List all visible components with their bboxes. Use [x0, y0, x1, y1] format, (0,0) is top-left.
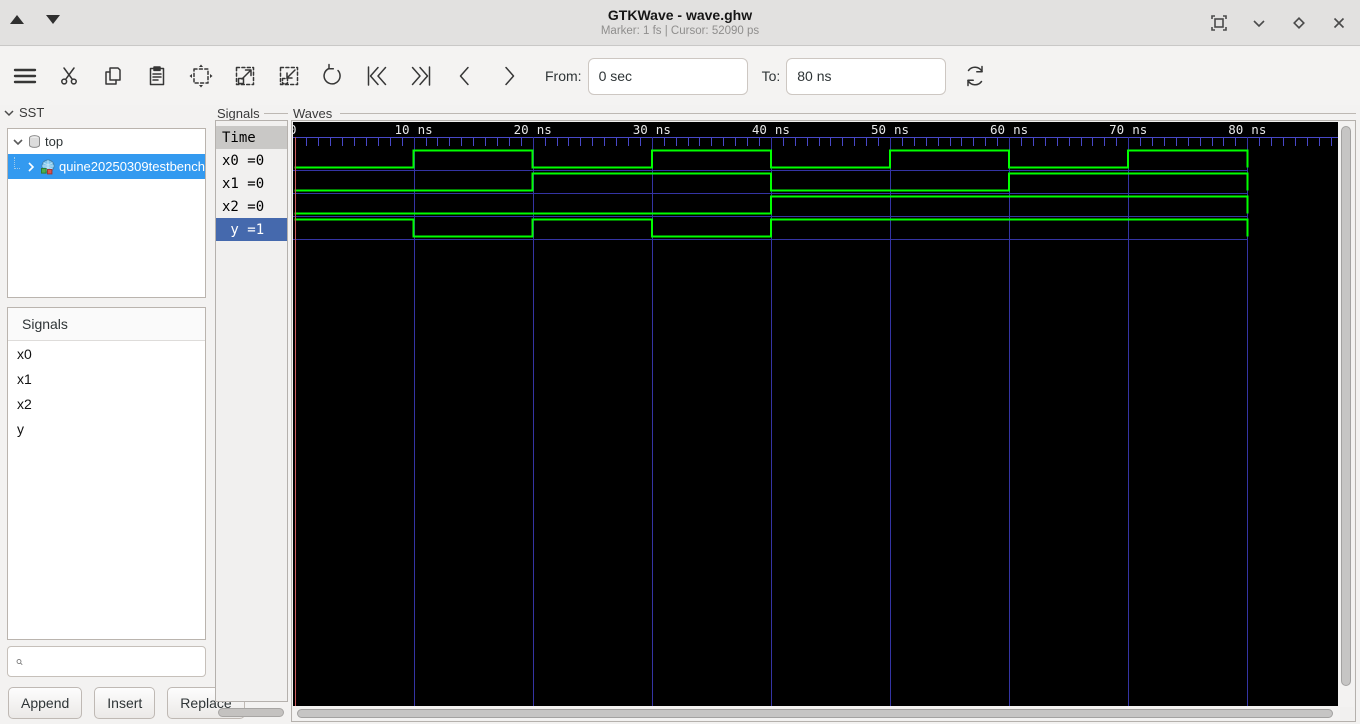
go-to-start-icon[interactable]	[360, 59, 394, 93]
sst-header[interactable]: SST	[3, 105, 44, 120]
chevron-right-icon[interactable]	[25, 161, 37, 173]
copy-icon[interactable]	[96, 59, 130, 93]
paste-icon[interactable]	[140, 59, 174, 93]
tree-row-top[interactable]: top	[8, 129, 205, 154]
waves-frame-line	[340, 113, 1356, 114]
svg-text:ns: ns	[1132, 122, 1147, 137]
zoom-out-icon[interactable]	[272, 59, 306, 93]
waves-panel: 10 ns 20 ns 30 ns 40 ns 50 ns 60 ns 70 ns 80 ns 0	[291, 120, 1356, 722]
shade-chevron-icon[interactable]	[1246, 10, 1272, 36]
tree-item-label: quine20250309testbench	[58, 159, 205, 174]
zoom-in-icon[interactable]	[228, 59, 262, 93]
signals-list-header: Signals	[8, 308, 205, 341]
signals-column-hscrollbar[interactable]	[218, 708, 284, 717]
float-toggle-icon[interactable]	[1206, 10, 1232, 36]
time-header: Time	[216, 126, 287, 149]
signals-list-item-x1[interactable]: x1	[8, 366, 205, 391]
marker-cursor-status: Marker: 1 fs | Cursor: 52090 ps	[600, 25, 760, 37]
from-label: From:	[545, 68, 582, 84]
signals-list-item-x2[interactable]: x2	[8, 391, 205, 416]
zoom-fit-icon[interactable]	[184, 59, 218, 93]
sst-label: SST	[19, 105, 45, 120]
signals-list-item-y[interactable]: y	[8, 416, 205, 441]
signals-list-panel: Signals x0 x1 x2 y	[7, 307, 206, 640]
signals-frame-line	[264, 113, 288, 114]
undo-icon[interactable]	[316, 59, 350, 93]
append-button[interactable]: Append	[8, 687, 83, 719]
svg-text:ns: ns	[656, 122, 671, 137]
tree-row-testbench[interactable]: quine20250309testbench	[8, 154, 205, 179]
to-input[interactable]	[786, 57, 947, 95]
step-forward-icon[interactable]	[492, 59, 526, 93]
signals-list-item-x0[interactable]: x0	[8, 341, 205, 366]
waveform-area[interactable]: 10 ns 20 ns 30 ns 40 ns 50 ns 60 ns 70 ns 80 ns 0	[293, 122, 1340, 707]
main-toolbar: From: To:	[0, 47, 1360, 105]
tree-item-label: top	[45, 134, 64, 149]
close-icon[interactable]	[1326, 10, 1352, 36]
svg-text:80: 80	[1228, 122, 1243, 137]
svg-text:ns: ns	[775, 122, 790, 137]
to-label: To:	[761, 68, 781, 84]
reload-icon[interactable]	[958, 59, 992, 93]
cut-icon[interactable]	[52, 59, 86, 93]
waves-vscrollbar-thumb[interactable]	[1341, 126, 1351, 686]
insert-button[interactable]: Insert	[94, 687, 156, 719]
tree-branch-line	[14, 156, 20, 169]
waves-vscrollbar-track[interactable]	[1338, 122, 1354, 707]
signal-row-x2[interactable]: x2 =0	[216, 195, 287, 218]
sst-expander-icon[interactable]	[3, 107, 15, 119]
search-icon	[16, 658, 23, 665]
svg-text:ns: ns	[1013, 122, 1028, 137]
signal-row-x0[interactable]: x0 =0	[216, 149, 287, 172]
waves-frame-label: Waves	[293, 106, 333, 121]
svg-text:50: 50	[871, 122, 886, 137]
search-input[interactable]	[29, 647, 205, 676]
waves-hscrollbar-track[interactable]	[293, 706, 1340, 720]
signals-frame-label: Signals	[217, 106, 260, 121]
window-title: GTKWave - wave.ghw	[607, 7, 753, 23]
chevron-down-icon[interactable]	[12, 136, 24, 148]
sst-tree: top quine20250309testbench	[7, 128, 206, 298]
waves-hscrollbar-thumb[interactable]	[297, 709, 1333, 718]
from-input[interactable]	[587, 57, 748, 95]
signal-row-x1[interactable]: x1 =0	[216, 172, 287, 195]
svg-text:ns: ns	[537, 122, 552, 137]
hamburger-menu-icon[interactable]	[8, 59, 42, 93]
svg-text:0: 0	[293, 122, 297, 137]
svg-text:20: 20	[514, 122, 529, 137]
svg-text:ns: ns	[418, 122, 433, 137]
svg-text:ns: ns	[1251, 122, 1266, 137]
signal-search-box[interactable]	[7, 646, 206, 677]
signals-value-panel: Time x0 =0 x1 =0 x2 =0 y =1	[215, 120, 288, 702]
waveform-canvas[interactable]: 10 ns 20 ns 30 ns 40 ns 50 ns 60 ns 70 ns 80 ns 0	[293, 122, 1340, 707]
svg-text:70: 70	[1109, 122, 1124, 137]
svg-text:40: 40	[752, 122, 767, 137]
svg-text:30: 30	[633, 122, 648, 137]
go-to-end-icon[interactable]	[404, 59, 438, 93]
svg-text:60: 60	[990, 122, 1005, 137]
tile-diamond-icon[interactable]	[1286, 10, 1312, 36]
svg-text:ns: ns	[894, 122, 909, 137]
module-cylinder-icon	[27, 134, 42, 150]
svg-text:10: 10	[395, 122, 410, 137]
titlebar: GTKWave - wave.ghw Marker: 1 fs | Cursor…	[0, 0, 1360, 46]
hierarchy-globe-icon	[40, 159, 56, 175]
step-back-icon[interactable]	[448, 59, 482, 93]
signal-row-y[interactable]: y =1	[216, 218, 287, 241]
